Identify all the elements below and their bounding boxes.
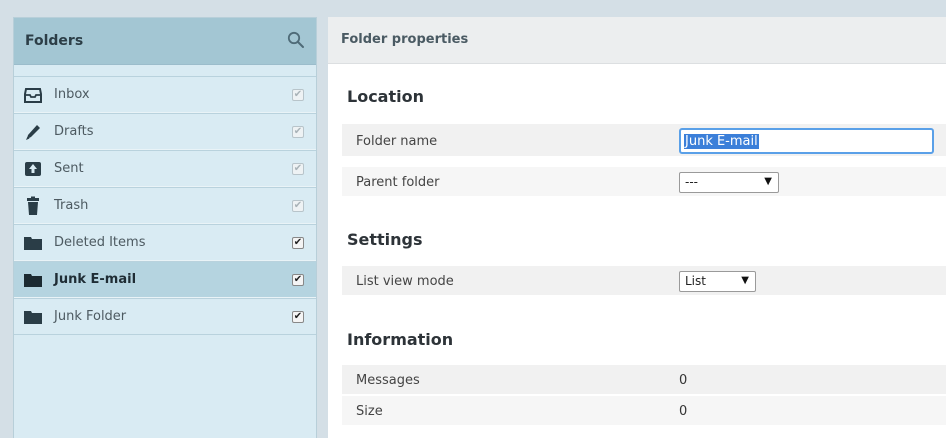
messages-value: 0 — [679, 373, 688, 388]
settings-heading: Settings — [347, 230, 423, 249]
folders-panel: Folders Inbox ✔ Drafts ✔ Sent ✔ Trash ✔ … — [13, 17, 317, 438]
list-view-value: List — [685, 274, 706, 288]
parent-folder-row: Parent folder --- ▼ — [342, 167, 946, 197]
list-view-label: List view mode — [356, 274, 454, 289]
information-heading: Information — [347, 330, 454, 349]
subscribe-checkbox: ✔ — [292, 163, 304, 175]
parent-folder-label: Parent folder — [356, 175, 440, 190]
folder-icon — [24, 311, 42, 324]
parent-folder-select[interactable]: --- ▼ — [679, 172, 779, 193]
properties-header: Folder properties — [328, 17, 946, 64]
folder-label: Deleted Items — [54, 235, 146, 250]
chevron-down-icon: ▼ — [741, 275, 749, 286]
folder-name-input[interactable]: Junk E-mail — [679, 128, 934, 154]
folder-icon — [24, 274, 42, 287]
folder-label: Junk Folder — [54, 309, 127, 324]
chevron-down-icon: ▼ — [764, 176, 772, 187]
inbox-icon — [24, 88, 42, 103]
properties-title: Folder properties — [341, 32, 469, 47]
size-row: Size 0 — [342, 396, 946, 426]
folder-label: Drafts — [54, 124, 94, 139]
folder-list: Inbox ✔ Drafts ✔ Sent ✔ Trash ✔ Deleted … — [14, 76, 316, 335]
parent-folder-value: --- — [685, 175, 698, 189]
folder-name-row: Folder name Junk E-mail — [342, 124, 946, 157]
list-view-row: List view mode List ▼ — [342, 266, 946, 296]
search-icon[interactable] — [287, 31, 305, 49]
messages-row: Messages 0 — [342, 365, 946, 395]
sent-icon — [25, 162, 41, 176]
folder-name-label: Folder name — [356, 134, 438, 149]
folder-item-sent[interactable]: Sent ✔ — [14, 150, 316, 187]
subscribe-checkbox[interactable]: ✔ — [292, 237, 304, 249]
trash-icon — [27, 196, 39, 215]
folder-icon — [24, 237, 42, 250]
folder-item-inbox[interactable]: Inbox ✔ — [14, 76, 316, 113]
folder-item-trash[interactable]: Trash ✔ — [14, 187, 316, 224]
pencil-icon — [26, 125, 40, 140]
folder-item-junk-email[interactable]: Junk E-mail ✔ — [14, 261, 316, 298]
folder-label: Trash — [54, 198, 89, 213]
size-value: 0 — [679, 404, 688, 419]
subscribe-checkbox[interactable]: ✔ — [292, 274, 304, 286]
messages-label: Messages — [356, 373, 420, 388]
folder-label: Inbox — [54, 87, 90, 102]
folder-item-junk-folder[interactable]: Junk Folder ✔ — [14, 298, 316, 335]
subscribe-checkbox: ✔ — [292, 200, 304, 212]
folder-item-drafts[interactable]: Drafts ✔ — [14, 113, 316, 150]
subscribe-checkbox[interactable]: ✔ — [292, 311, 304, 323]
size-label: Size — [356, 404, 383, 419]
folder-item-deleted-items[interactable]: Deleted Items ✔ — [14, 224, 316, 261]
list-view-select[interactable]: List ▼ — [679, 271, 756, 292]
folder-label: Junk E-mail — [54, 272, 137, 287]
subscribe-checkbox: ✔ — [292, 89, 304, 101]
subscribe-checkbox: ✔ — [292, 126, 304, 138]
folder-name-value: Junk E-mail — [684, 134, 759, 149]
folder-properties-panel: Folder properties Location Folder name J… — [328, 17, 946, 438]
folder-label: Sent — [54, 161, 84, 176]
folders-header: Folders — [14, 18, 316, 65]
location-heading: Location — [347, 87, 424, 106]
folders-title: Folders — [25, 33, 84, 49]
